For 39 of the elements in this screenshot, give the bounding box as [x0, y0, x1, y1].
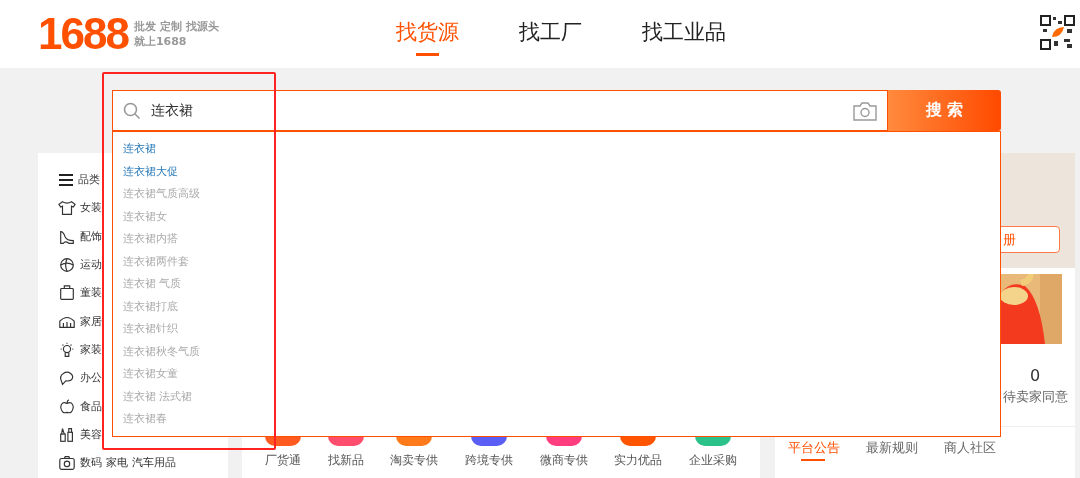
news-tab[interactable]: 最新规则 — [866, 439, 918, 461]
category-link[interactable]: 家居 — [80, 314, 102, 329]
qr-code-icon — [1040, 15, 1075, 50]
logo: 1688 — [38, 9, 128, 59]
shirt-icon — [58, 199, 76, 218]
category-link[interactable]: 配饰 — [80, 229, 102, 244]
bag-icon — [58, 284, 76, 303]
bottles-icon — [58, 425, 76, 444]
chat-icon — [58, 369, 76, 388]
category-link[interactable]: 童装 — [80, 286, 102, 301]
news-tab[interactable]: 商人社区 — [944, 439, 996, 461]
suggestion-item[interactable]: 连衣裙 — [123, 138, 156, 161]
category-link[interactable]: 家装 — [80, 342, 102, 357]
category-link[interactable]: 食品 — [80, 399, 102, 414]
bulb-icon — [58, 340, 76, 359]
ball-icon — [58, 256, 76, 275]
category-link[interactable]: 办公 — [80, 371, 102, 386]
nav-tab[interactable]: 找货源 — [396, 12, 459, 56]
category-link[interactable]: 运动 — [80, 258, 102, 273]
category-link[interactable]: 汽车用品 — [132, 456, 176, 471]
pending-label: 待卖家同意 — [1002, 389, 1068, 406]
search-icon — [123, 101, 141, 120]
category-link[interactable]: 美容 — [80, 427, 102, 442]
nav-tab[interactable]: 找工厂 — [519, 12, 582, 56]
menu-icon — [58, 173, 74, 188]
camera-icon[interactable] — [853, 100, 877, 121]
search-field[interactable]: 连衣裙 — [112, 90, 888, 131]
category-link[interactable]: 女装 — [80, 201, 102, 216]
camera-icon — [58, 454, 76, 473]
pending-count: 0 — [1029, 366, 1041, 385]
logo-tagline: 就上1688 — [133, 34, 188, 49]
nav-tab[interactable]: 找工业品 — [642, 12, 726, 56]
category-link[interactable]: 家电 — [106, 456, 128, 471]
suggestion-item[interactable]: 连衣裙大促 — [123, 160, 178, 183]
news-tab[interactable]: 平台公告 — [788, 439, 840, 461]
logo-tagline: 批发 定制 找源头 — [133, 19, 219, 34]
apple-icon — [58, 397, 76, 416]
category-link[interactable]: 数码 — [80, 456, 102, 471]
category-title: 品类 — [78, 173, 100, 188]
